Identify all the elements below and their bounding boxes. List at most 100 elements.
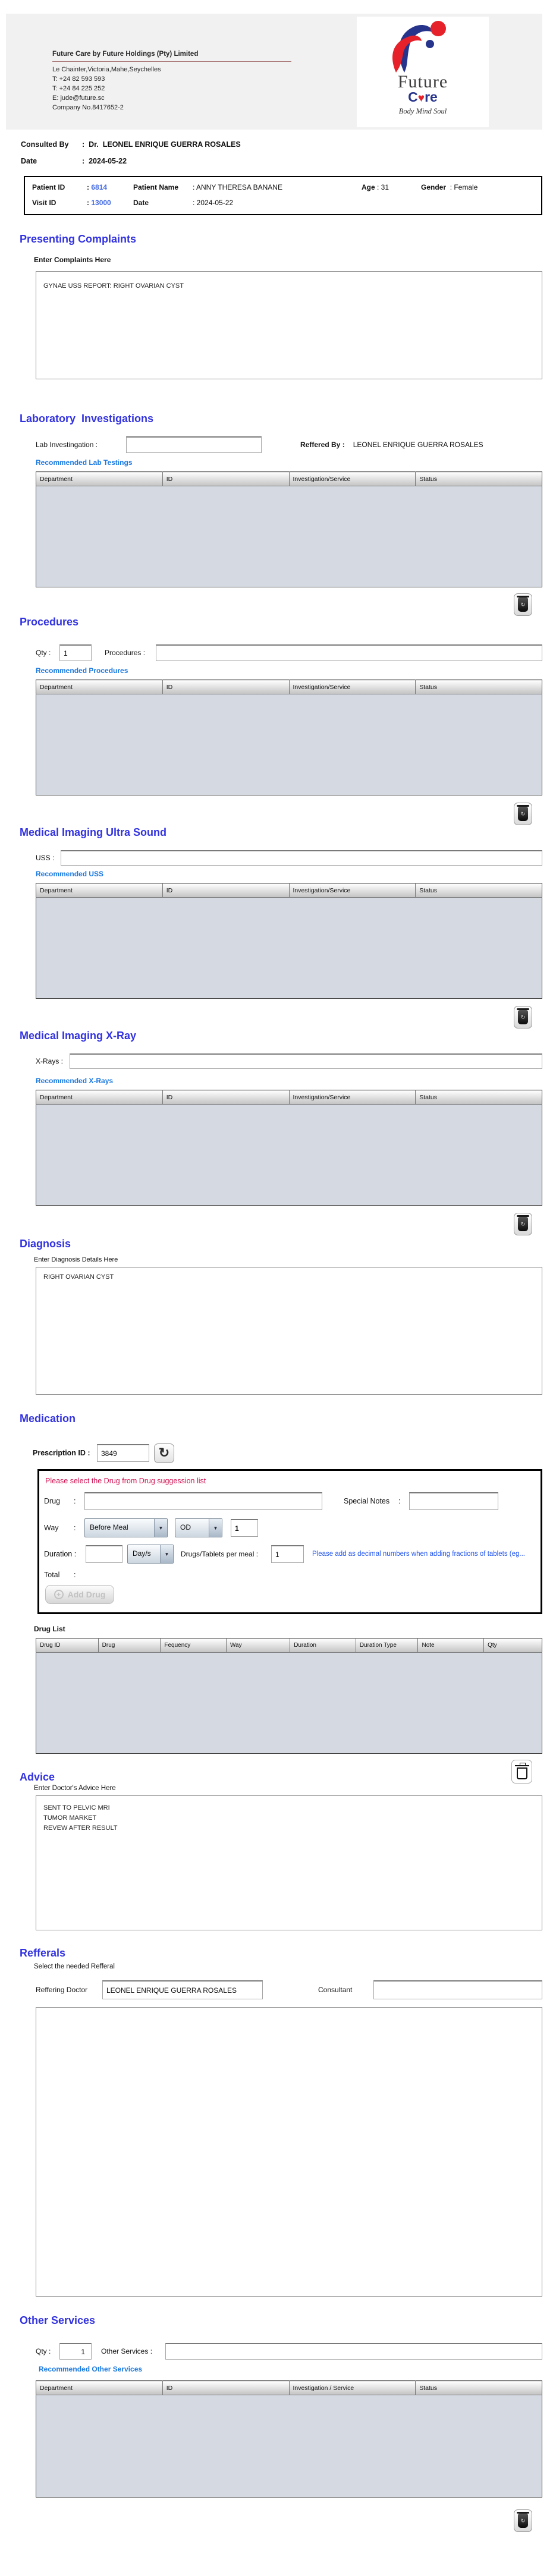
complaints-textarea[interactable]: GYNAE USS REPORT: RIGHT OVARIAN CYST <box>36 271 542 379</box>
per-meal-input[interactable] <box>271 1545 304 1563</box>
date-value: : 2024-05-22 <box>82 157 127 165</box>
column-header: Investigation/Service <box>288 883 416 898</box>
way-meal-select[interactable]: Before Meal ▼ <box>84 1518 168 1537</box>
drug-entry-panel: Please select the Drug from Drug suggess… <box>37 1469 542 1614</box>
advice-label: Enter Doctor's Advice Here <box>34 1785 116 1792</box>
drug-warning-text: Please select the Drug from Drug suggess… <box>45 1477 206 1485</box>
column-header: Duration Type <box>355 1638 419 1653</box>
drug-list-label: Drug List <box>34 1625 65 1633</box>
recommended-uss-link[interactable]: Recommended USS <box>36 870 553 878</box>
xray-table: Department ID Investigation/Service Stat… <box>36 1090 542 1206</box>
logo-tagline: Body Mind Soul <box>398 107 447 115</box>
company-phone-2: T: +24 84 225 252 <box>52 85 105 92</box>
uss-title: Medical Imaging Ultra Sound <box>20 826 167 838</box>
advice-textarea[interactable]: SENT TO PELVIC MRI TUMOR MARKET REVEW AF… <box>36 1795 542 1930</box>
diagnosis-textarea[interactable]: RIGHT OVARIAN CYST <box>36 1267 542 1395</box>
lab-table-body[interactable] <box>36 486 542 587</box>
company-email: E: jude@future.sc <box>52 95 105 102</box>
consultant-input[interactable] <box>373 1980 542 1999</box>
refferal-list-box[interactable] <box>36 2007 542 2297</box>
uss-label: USS : <box>36 854 55 862</box>
trash-icon: ↻ <box>517 805 529 821</box>
recommended-procedures-link[interactable]: Recommended Procedures <box>36 666 553 675</box>
reffering-doctor-input[interactable] <box>102 1980 263 1999</box>
other-services-table-body[interactable] <box>36 2395 542 2498</box>
xray-table-body[interactable] <box>36 1104 542 1206</box>
logo-word-future: Future <box>397 72 448 92</box>
refresh-prescription-button[interactable]: ↻ <box>154 1443 174 1463</box>
column-header: ID <box>162 2380 290 2395</box>
trash-icon <box>514 1763 529 1779</box>
visit-id-value: 13000 <box>91 199 111 207</box>
consulted-by-value: : Dr. LEONEL ENRIQUE GUERRA ROSALES <box>82 140 241 149</box>
drug-table-body[interactable] <box>36 1652 542 1754</box>
column-header: Status <box>415 471 542 486</box>
uss-table-body[interactable] <box>36 897 542 999</box>
special-notes-input[interactable] <box>409 1492 498 1510</box>
add-drug-label: Add Drug <box>67 1590 106 1599</box>
prescription-id-input[interactable] <box>97 1444 149 1462</box>
duration-unit-select[interactable]: Day/s ▼ <box>127 1545 174 1564</box>
other-services-qty-input[interactable] <box>59 2343 92 2360</box>
chevron-down-icon: ▼ <box>160 1545 173 1563</box>
company-logo: Future C♥re Body Mind Soul <box>357 17 489 127</box>
procedures-table: Department ID Investigation/Service Stat… <box>36 680 542 795</box>
delete-lab-item-button[interactable]: ↻ <box>514 593 532 616</box>
procedures-qty-label: Qty : <box>36 649 51 657</box>
consulted-by-label: Consulted By <box>21 140 69 149</box>
column-header: Qty <box>483 1638 542 1653</box>
other-services-qty-label: Qty : <box>36 2347 51 2355</box>
column-header: Way <box>225 1638 291 1653</box>
gender-value: : Female <box>450 183 478 191</box>
recommended-lab-testings-link[interactable]: Recommended Lab Testings <box>36 458 553 467</box>
delete-xray-item-button[interactable]: ↻ <box>514 1213 532 1235</box>
age-label: Age <box>362 183 375 191</box>
drug-input[interactable] <box>84 1492 322 1510</box>
heart-icon: ♥ <box>417 92 425 105</box>
reffering-doctor-label: Reffering Doctor <box>36 1986 88 1994</box>
add-drug-button[interactable]: + Add Drug <box>45 1585 114 1604</box>
gender-label: Gender <box>421 183 447 191</box>
way-frequency-select[interactable]: OD ▼ <box>175 1518 222 1537</box>
delete-uss-item-button[interactable]: ↻ <box>514 1006 532 1028</box>
refferals-title: Refferals <box>20 1947 66 1959</box>
other-services-input[interactable] <box>165 2343 542 2360</box>
delete-procedure-item-button[interactable]: ↻ <box>514 803 532 825</box>
company-phone-1: T: +24 82 593 593 <box>52 76 105 83</box>
procedures-qty-input[interactable] <box>59 644 92 661</box>
trash-icon: ↻ <box>517 1008 529 1024</box>
column-header: Department <box>36 471 163 486</box>
xray-input[interactable] <box>70 1053 542 1069</box>
advice-title: Advice <box>20 1771 55 1783</box>
procedures-input[interactable] <box>156 644 542 661</box>
date-label: Date <box>21 157 37 165</box>
column-header: Investigation/Service <box>288 471 416 486</box>
lab-investigation-input[interactable] <box>126 436 262 453</box>
letterhead: Future Care by Future Holdings (Pty) Lim… <box>6 14 542 130</box>
duration-unit-selected-value: Day/s <box>133 1549 151 1558</box>
per-meal-label: Drugs/Tablets per meal : <box>181 1550 259 1558</box>
column-header: Fequency <box>160 1638 227 1653</box>
prescription-id-label: Prescription ID : <box>33 1449 90 1457</box>
uss-table: Department ID Investigation/Service Stat… <box>36 883 542 999</box>
column-header: ID <box>162 680 290 694</box>
recommended-other-services-link[interactable]: Recommended Other Services <box>39 2365 553 2373</box>
delete-other-service-item-button[interactable]: ↻ <box>514 2509 532 2532</box>
procedures-table-body[interactable] <box>36 694 542 795</box>
duration-input[interactable] <box>86 1545 122 1563</box>
trash-icon: ↻ <box>517 2512 529 2528</box>
column-header: Department <box>36 1090 163 1105</box>
delete-drug-item-button[interactable] <box>511 1760 532 1784</box>
way-label: Way <box>44 1524 59 1532</box>
procedures-label: Procedures : <box>105 649 146 657</box>
column-header: Drug <box>98 1638 161 1653</box>
recommended-xray-link[interactable]: Recommended X-Rays <box>36 1077 553 1085</box>
xray-title: Medical Imaging X-Ray <box>20 1030 137 1042</box>
way-qty-input[interactable] <box>231 1519 258 1537</box>
other-services-label: Other Services : <box>101 2347 153 2355</box>
consultant-label: Consultant <box>318 1986 353 1994</box>
column-header: Status <box>415 1090 542 1105</box>
complaints-label: Enter Complaints Here <box>34 256 111 264</box>
company-name: Future Care by Future Holdings (Pty) Lim… <box>52 49 291 62</box>
uss-input[interactable] <box>61 850 542 866</box>
